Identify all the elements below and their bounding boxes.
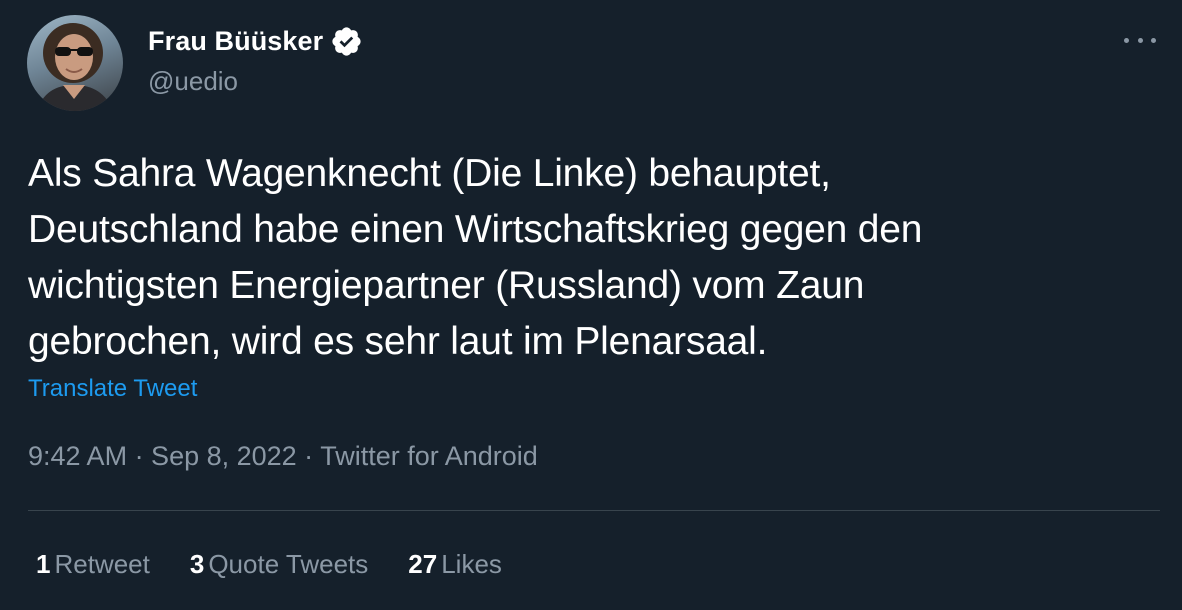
divider: [28, 510, 1160, 511]
avatar[interactable]: [27, 15, 123, 111]
translate-tweet-link[interactable]: Translate Tweet: [28, 375, 197, 403]
display-name[interactable]: Frau Büüsker: [148, 26, 323, 57]
author-block: Frau Büüsker @uedio: [148, 22, 363, 97]
more-options-icon[interactable]: [1124, 30, 1156, 50]
tweet-text: Als Sahra Wagenknecht (Die Linke) behaup…: [28, 152, 923, 363]
tweet-meta[interactable]: 9:42 AM · Sep 8, 2022 · Twitter for Andr…: [28, 441, 538, 472]
retweets-stat[interactable]: 1 Retweet: [36, 549, 150, 580]
quotes-count: 3: [189, 549, 205, 579]
quote-tweets-stat[interactable]: 3 Quote Tweets: [190, 549, 368, 580]
verified-badge-icon: [330, 25, 363, 58]
likes-count: 27: [408, 549, 438, 579]
quotes-label: Quote Tweets: [208, 549, 369, 579]
retweets-count: 1: [36, 549, 51, 579]
tweet-card: Frau Büüsker @uedio Als Sahra Wagenknech…: [0, 0, 1182, 610]
engagement-stats: 1 Retweet 3 Quote Tweets 27 Likes: [36, 549, 542, 580]
retweets-label: Retweet: [54, 549, 150, 579]
name-row: Frau Büüsker: [148, 22, 363, 60]
likes-stat[interactable]: 27 Likes: [408, 549, 502, 580]
likes-label: Likes: [441, 549, 502, 579]
handle[interactable]: @uedio: [148, 66, 363, 97]
